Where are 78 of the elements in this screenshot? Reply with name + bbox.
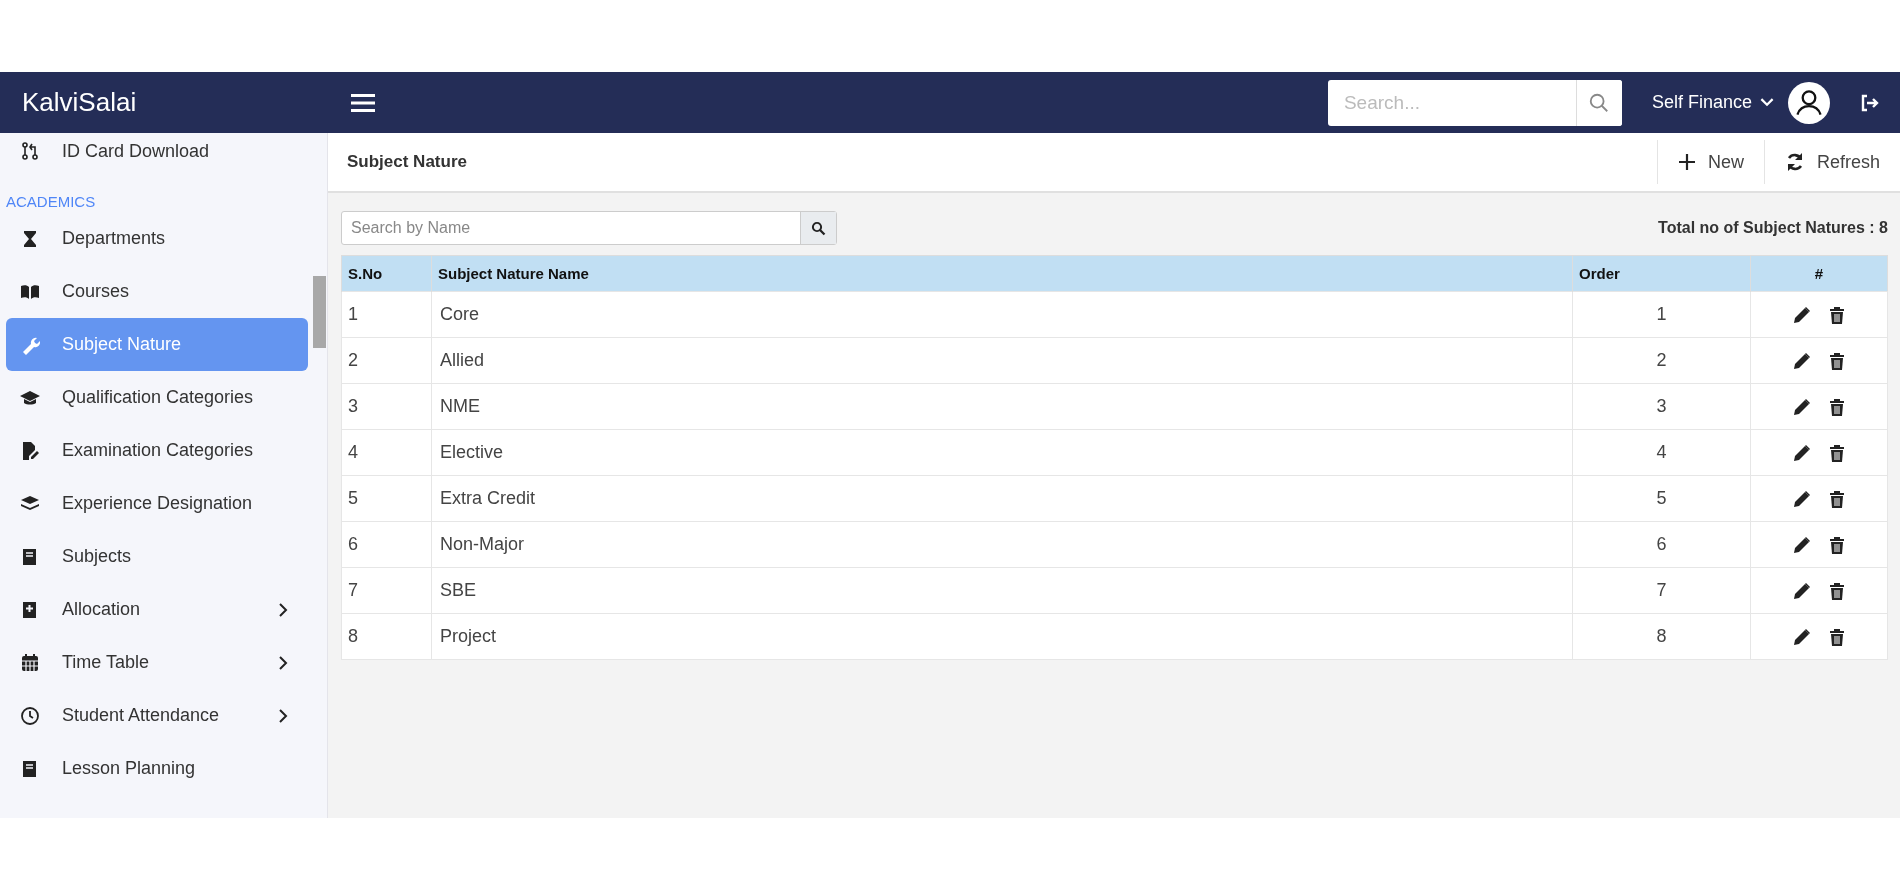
table-cell: SBE <box>431 567 1573 614</box>
scrollbar-thumb[interactable] <box>313 276 326 348</box>
edit-icon[interactable] <box>1793 535 1811 554</box>
logout-icon[interactable] <box>1860 93 1880 112</box>
table-cell: 5 <box>1572 475 1751 522</box>
clock-icon <box>20 705 40 726</box>
table-cell: 5 <box>341 475 432 522</box>
edit-icon[interactable] <box>1793 397 1811 416</box>
table-cell: 2 <box>1572 337 1751 384</box>
sidebar-item[interactable]: Examination Categories <box>6 424 308 477</box>
sidebar-item[interactable]: Lesson Planning <box>6 742 308 795</box>
sidebar-item[interactable]: Time Table <box>6 636 308 689</box>
edit-icon[interactable] <box>1793 443 1811 462</box>
search-button[interactable] <box>1575 79 1622 126</box>
search-icon <box>1588 91 1611 114</box>
sidebar-item[interactable]: Courses <box>6 265 308 318</box>
institution-dropdown[interactable]: Self Finance <box>1651 92 1774 113</box>
sidebar-item[interactable]: ID Card Download <box>6 137 308 165</box>
column-header: Order <box>1572 255 1751 292</box>
calendar-icon <box>20 652 40 673</box>
sidebar-item[interactable]: Subjects <box>6 530 308 583</box>
table-cell: 7 <box>341 567 432 614</box>
edit-icon[interactable] <box>1793 305 1811 324</box>
search-box[interactable]: Search... <box>1327 79 1622 126</box>
table-cell: Elective <box>431 429 1573 476</box>
table-cell: 6 <box>1572 521 1751 568</box>
table-cell: 3 <box>341 383 432 430</box>
column-header: # <box>1750 255 1888 292</box>
delete-icon[interactable] <box>1829 397 1845 416</box>
table-cell: 7 <box>1572 567 1751 614</box>
plus-icon <box>1677 153 1696 171</box>
delete-icon[interactable] <box>1829 443 1845 462</box>
user-avatar-icon[interactable] <box>1788 81 1830 124</box>
edit-icon[interactable] <box>1793 581 1811 600</box>
total-count: Total no of Subject Natures : 8 <box>1658 219 1888 237</box>
delete-icon[interactable] <box>1829 489 1845 508</box>
refresh-button[interactable]: Refresh <box>1763 140 1900 184</box>
sidebar-item[interactable]: Departments <box>6 212 308 265</box>
column-header: Subject Nature Name <box>431 255 1573 292</box>
delete-icon[interactable] <box>1829 627 1845 646</box>
file-pen-icon <box>20 440 40 461</box>
section-heading: ACADEMICS <box>6 192 97 212</box>
sidebar-item[interactable]: Allocation <box>6 583 308 636</box>
delete-icon[interactable] <box>1829 305 1845 324</box>
table-cell: Core <box>431 291 1573 338</box>
table-cell: 1 <box>341 291 432 338</box>
delete-icon[interactable] <box>1829 351 1845 370</box>
sidebar-item[interactable]: Qualification Categories <box>6 371 308 424</box>
table-cell: 4 <box>341 429 432 476</box>
brand-title: KalviSalai <box>22 87 137 117</box>
table-cell: 8 <box>341 613 432 660</box>
delete-icon[interactable] <box>1829 535 1845 554</box>
table-cell: Project <box>431 613 1573 660</box>
search-button[interactable] <box>800 212 836 244</box>
delete-icon[interactable] <box>1829 581 1845 600</box>
column-header: S.No <box>341 255 432 292</box>
sidebar-item[interactable]: Student Attendance <box>6 689 308 742</box>
table-cell: 3 <box>1572 383 1751 430</box>
table-cell: Allied <box>431 337 1573 384</box>
table-cell: 2 <box>341 337 432 384</box>
table-cell: 1 <box>1572 291 1751 338</box>
page-title: Subject Nature <box>347 152 467 172</box>
edit-icon[interactable] <box>1793 351 1811 370</box>
git-branch-icon <box>20 141 40 161</box>
edit-icon[interactable] <box>1793 627 1811 646</box>
table-cell: NME <box>431 383 1573 430</box>
search-field[interactable]: Search... <box>1327 79 1576 126</box>
menu-icon[interactable] <box>350 92 376 113</box>
table-cell: Non-Major <box>431 521 1573 568</box>
table-cell: 6 <box>341 521 432 568</box>
table-cell: 8 <box>1572 613 1751 660</box>
new-button[interactable]: New <box>1656 140 1764 184</box>
table-cell: 4 <box>1572 429 1751 476</box>
sidebar-item[interactable]: Experience Designation <box>6 477 308 530</box>
edit-icon[interactable] <box>1793 489 1811 508</box>
chevron-down-icon <box>1760 98 1774 107</box>
search-icon <box>811 220 826 236</box>
table-cell: Extra Credit <box>431 475 1573 522</box>
